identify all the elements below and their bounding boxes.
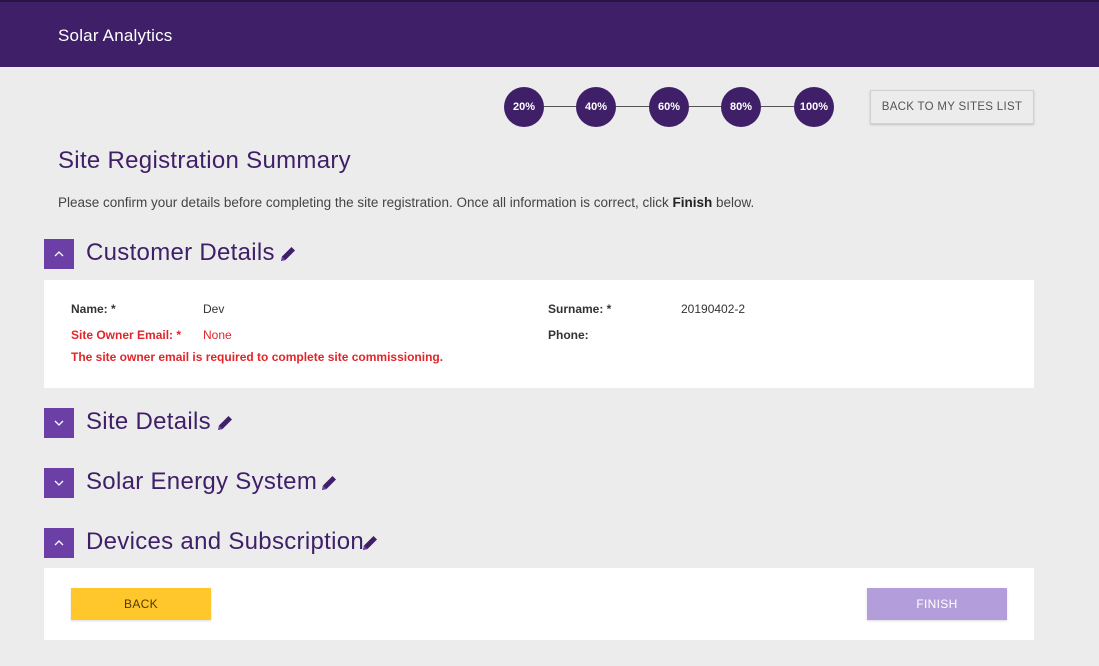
progress-connector (616, 106, 649, 107)
phone-label: Phone: (548, 328, 589, 342)
pencil-icon[interactable] (360, 533, 380, 553)
customer-details-toggle[interactable] (44, 239, 74, 269)
chevron-down-icon (54, 480, 64, 486)
solar-energy-system-title: Solar Energy System (86, 468, 318, 495)
back-button[interactable]: BACK (71, 588, 211, 620)
site-details-title: Site Details (86, 408, 211, 435)
back-to-sites-button[interactable]: BACK TO MY SITES LIST (870, 90, 1034, 124)
progress-step-60: 60% (649, 87, 689, 127)
progress-connector (689, 106, 721, 107)
page-title: Site Registration Summary (58, 147, 351, 174)
devices-subscription-toggle[interactable] (44, 528, 74, 558)
site-details-toggle[interactable] (44, 408, 74, 438)
progress-step-40: 40% (576, 87, 616, 127)
name-value: Dev (203, 302, 225, 316)
intro-text: Please confirm your details before compl… (58, 195, 754, 210)
chevron-down-icon (54, 420, 64, 426)
pencil-icon[interactable] (215, 413, 235, 433)
site-owner-email-label: Site Owner Email: * (71, 328, 182, 342)
customer-details-title: Customer Details (86, 239, 275, 266)
name-label: Name: * (71, 302, 116, 316)
top-bar: Solar Analytics (0, 0, 1099, 67)
progress-connector (761, 106, 794, 107)
app-title: Solar Analytics (58, 26, 173, 45)
devices-subscription-title: Devices and Subscription (86, 528, 365, 555)
surname-label: Surname: * (548, 302, 612, 316)
progress-step-20: 20% (504, 87, 544, 127)
surname-value: 20190402-2 (681, 302, 746, 316)
progress-connector (544, 106, 576, 107)
progress-step-80: 80% (721, 87, 761, 127)
intro-text-end: below. (712, 195, 755, 210)
site-owner-email-value: None (203, 328, 232, 342)
intro-text-bold: Finish (672, 195, 713, 210)
actions-panel: BACK FINISH (44, 568, 1034, 640)
intro-text-start: Please confirm your details before compl… (58, 195, 673, 210)
pencil-icon[interactable] (319, 473, 339, 493)
solar-energy-system-toggle[interactable] (44, 468, 74, 498)
pencil-icon[interactable] (278, 244, 298, 264)
progress-step-100: 100% (794, 87, 834, 127)
chevron-up-icon (54, 540, 64, 546)
chevron-up-icon (54, 251, 64, 257)
customer-details-panel: Name: * Dev Surname: * 20190402-2 Site O… (44, 280, 1034, 388)
finish-button[interactable]: FINISH (867, 588, 1007, 620)
email-error-message: The site owner email is required to comp… (71, 350, 444, 364)
